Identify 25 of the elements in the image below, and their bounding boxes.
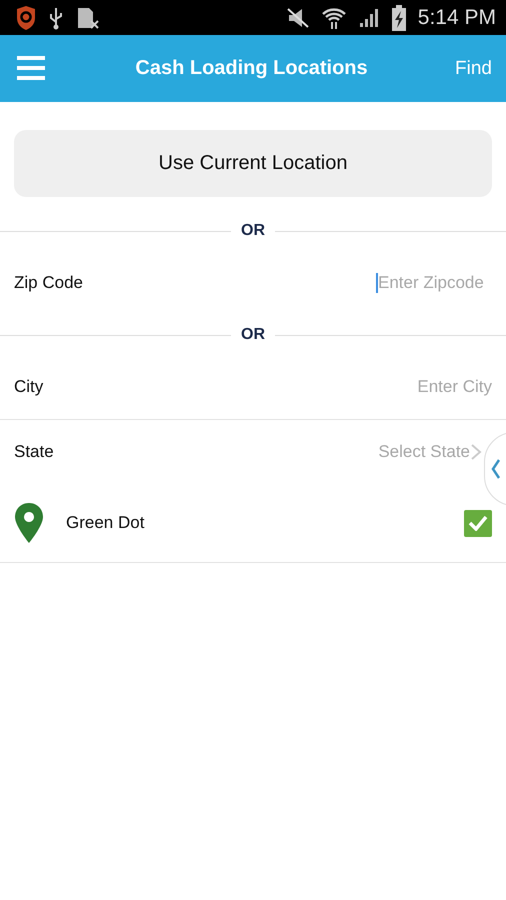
field-label: State [14, 442, 54, 462]
usb-icon [48, 6, 64, 30]
chevron-left-icon [491, 458, 501, 480]
checkbox[interactable] [464, 510, 492, 536]
state-select[interactable]: Select State [378, 442, 482, 462]
field-label: City [14, 377, 44, 397]
signal-icon [358, 6, 380, 28]
map-pin-icon [14, 503, 44, 543]
input-field[interactable]: Enter Zipcode [376, 273, 492, 293]
chevron-right-icon [470, 443, 482, 461]
mute-icon [286, 6, 310, 28]
wifi-icon [322, 6, 346, 30]
shield-icon [16, 6, 36, 30]
clock-time: 5:14 PM [418, 6, 496, 30]
or-label: OR [241, 222, 265, 240]
app-title: Cash Loading Locations [134, 57, 369, 80]
field-label: Zip Code [14, 273, 83, 293]
sim-card-icon [76, 6, 100, 30]
option-label: Green Dot [66, 513, 144, 533]
menu-button[interactable] [16, 54, 48, 82]
find-button[interactable]: Find [455, 58, 492, 80]
or-label: OR [241, 326, 265, 344]
battery-charging-icon [392, 4, 406, 30]
use-location-button[interactable]: Use Current Location [14, 130, 492, 197]
input-field[interactable]: Enter City [43, 377, 492, 397]
